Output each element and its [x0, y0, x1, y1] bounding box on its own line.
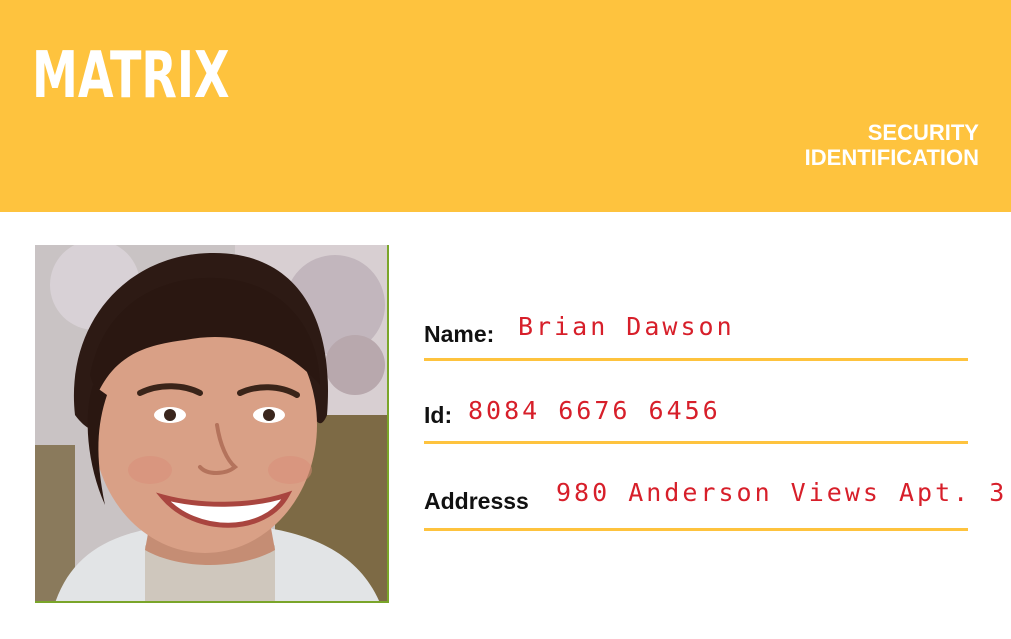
document-type-line-1: SECURITY	[867, 120, 979, 145]
address-label: Addresss	[424, 488, 529, 514]
id-card: MATRIX SECURITY IDENTIFICATION Name: Bri…	[0, 0, 1011, 639]
address-divider	[424, 528, 968, 531]
id-value: 8084 6676 6456	[468, 396, 721, 425]
portrait-icon	[35, 245, 387, 601]
id-label: Id:	[424, 402, 453, 428]
name-label: Name:	[424, 321, 495, 347]
document-type-line-2: IDENTIFICATION	[804, 145, 979, 170]
document-type: SECURITY IDENTIFICATION	[805, 120, 979, 170]
name-divider	[424, 358, 968, 361]
portrait-photo	[35, 245, 389, 603]
name-value: Brian Dawson	[518, 312, 735, 341]
address-value: 980 Anderson Views Apt. 3	[556, 478, 1008, 507]
brand-logo: MATRIX	[32, 39, 230, 113]
card-header: MATRIX SECURITY IDENTIFICATION	[0, 0, 1011, 212]
id-divider	[424, 441, 968, 444]
